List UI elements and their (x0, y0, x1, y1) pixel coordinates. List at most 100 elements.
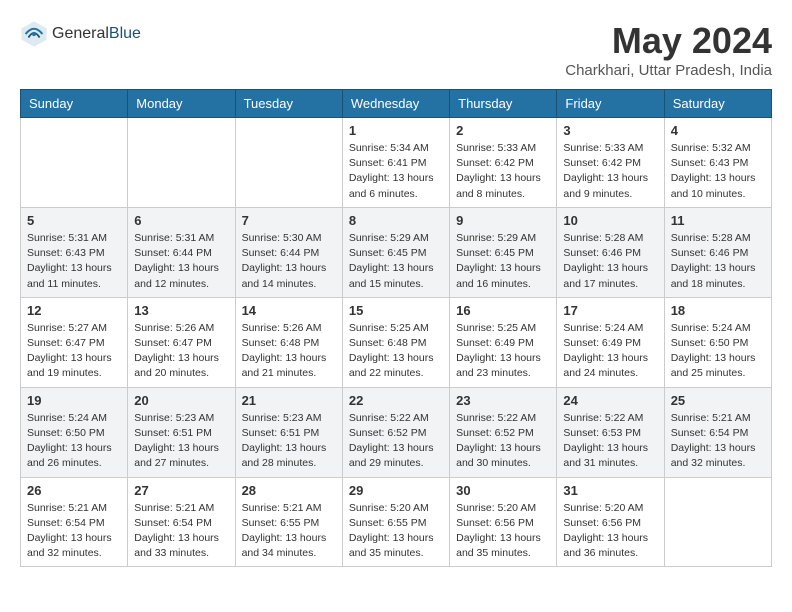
weekday-header-wednesday: Wednesday (342, 90, 449, 118)
day-number: 22 (349, 393, 443, 408)
calendar-cell: 18 Sunrise: 5:24 AM Sunset: 6:50 PM Dayli… (664, 297, 771, 387)
calendar-cell: 19 Sunrise: 5:24 AM Sunset: 6:50 PM Dayli… (21, 387, 128, 477)
title-block: May 2024 Charkhari, Uttar Pradesh, India (565, 20, 772, 79)
week-row-5: 26Sunrise: 5:21 AM Sunset: 6:54 PM Dayli… (21, 477, 772, 567)
calendar-cell: 2 Sunrise: 5:33 AM Sunset: 6:42 PM Daylig… (450, 118, 557, 208)
day-info: Sunrise: 5:22 AM Sunset: 6:52 PM Dayligh… (349, 411, 443, 472)
day-info: Sunrise: 5:21 AM Sunset: 6:54 PM Dayligh… (27, 501, 121, 562)
calendar-cell: 27 Sunrise: 5:21 AM Sunset: 6:54 PM Dayli… (128, 477, 235, 567)
day-info: Sunrise: 5:27 AM Sunset: 6:47 PM Dayligh… (27, 321, 121, 382)
day-number: 25 (671, 393, 765, 408)
calendar-cell: 1 Sunrise: 5:34 AM Sunset: 6:41 PM Daylig… (342, 118, 449, 208)
calendar-cell: 11 Sunrise: 5:28 AM Sunset: 6:46 PM Dayli… (664, 207, 771, 297)
calendar-cell: 6Sunrise: 5:31 AM Sunset: 6:44 PM Daylig… (128, 207, 235, 297)
calendar-cell: 26Sunrise: 5:21 AM Sunset: 6:54 PM Dayli… (21, 477, 128, 567)
calendar-cell: 8Sunrise: 5:29 AM Sunset: 6:45 PM Daylig… (342, 207, 449, 297)
logo-blue-text: Blue (109, 25, 141, 43)
day-number: 11 (671, 213, 765, 228)
day-info: Sunrise: 5:21 AM Sunset: 6:54 PM Dayligh… (671, 411, 765, 472)
day-number: 2 (456, 123, 550, 138)
calendar-cell: 31 Sunrise: 5:20 AM Sunset: 6:56 PM Dayli… (557, 477, 664, 567)
day-number: 12 (27, 303, 121, 318)
day-number: 15 (349, 303, 443, 318)
day-number: 10 (563, 213, 657, 228)
day-number: 21 (242, 393, 336, 408)
day-number: 24 (563, 393, 657, 408)
day-number: 19 (27, 393, 121, 408)
calendar-cell: 13Sunrise: 5:26 AM Sunset: 6:47 PM Dayli… (128, 297, 235, 387)
day-info: Sunrise: 5:20 AM Sunset: 6:55 PM Dayligh… (349, 501, 443, 562)
month-year: May 2024 (565, 20, 772, 62)
calendar-cell: 10 Sunrise: 5:28 AM Sunset: 6:46 PM Dayli… (557, 207, 664, 297)
calendar-cell: 21 Sunrise: 5:23 AM Sunset: 6:51 PM Dayli… (235, 387, 342, 477)
day-info: Sunrise: 5:28 AM Sunset: 6:46 PM Dayligh… (563, 231, 657, 292)
day-number: 18 (671, 303, 765, 318)
calendar-cell: 25 Sunrise: 5:21 AM Sunset: 6:54 PM Dayli… (664, 387, 771, 477)
day-info: Sunrise: 5:23 AM Sunset: 6:51 PM Dayligh… (242, 411, 336, 472)
location: Charkhari, Uttar Pradesh, India (565, 62, 772, 79)
weekday-header-saturday: Saturday (664, 90, 771, 118)
page-header: GeneralBlue May 2024 Charkhari, Uttar Pr… (20, 20, 772, 79)
calendar-cell: 12 Sunrise: 5:27 AM Sunset: 6:47 PM Dayli… (21, 297, 128, 387)
day-number: 9 (456, 213, 550, 228)
day-info: Sunrise: 5:24 AM Sunset: 6:50 PM Dayligh… (671, 321, 765, 382)
weekday-header-monday: Monday (128, 90, 235, 118)
day-number: 30 (456, 483, 550, 498)
day-number: 3 (563, 123, 657, 138)
calendar-cell: 28 Sunrise: 5:21 AM Sunset: 6:55 PM Dayli… (235, 477, 342, 567)
day-number: 4 (671, 123, 765, 138)
calendar-cell: 17 Sunrise: 5:24 AM Sunset: 6:49 PM Dayli… (557, 297, 664, 387)
calendar-cell: 23 Sunrise: 5:22 AM Sunset: 6:52 PM Dayli… (450, 387, 557, 477)
week-row-1: 1 Sunrise: 5:34 AM Sunset: 6:41 PM Daylig… (21, 118, 772, 208)
day-number: 13 (134, 303, 228, 318)
day-number: 20 (134, 393, 228, 408)
calendar-cell: 20 Sunrise: 5:23 AM Sunset: 6:51 PM Dayli… (128, 387, 235, 477)
day-info: Sunrise: 5:21 AM Sunset: 6:55 PM Dayligh… (242, 501, 336, 562)
day-info: Sunrise: 5:21 AM Sunset: 6:54 PM Dayligh… (134, 501, 228, 562)
day-number: 27 (134, 483, 228, 498)
day-info: Sunrise: 5:33 AM Sunset: 6:42 PM Dayligh… (563, 141, 657, 202)
calendar-cell (664, 477, 771, 567)
calendar-cell: 30 Sunrise: 5:20 AM Sunset: 6:56 PM Dayli… (450, 477, 557, 567)
day-info: Sunrise: 5:22 AM Sunset: 6:52 PM Dayligh… (456, 411, 550, 472)
day-info: Sunrise: 5:33 AM Sunset: 6:42 PM Dayligh… (456, 141, 550, 202)
day-info: Sunrise: 5:24 AM Sunset: 6:49 PM Dayligh… (563, 321, 657, 382)
day-info: Sunrise: 5:20 AM Sunset: 6:56 PM Dayligh… (563, 501, 657, 562)
day-info: Sunrise: 5:24 AM Sunset: 6:50 PM Dayligh… (27, 411, 121, 472)
calendar-cell (235, 118, 342, 208)
week-row-4: 19 Sunrise: 5:24 AM Sunset: 6:50 PM Dayli… (21, 387, 772, 477)
day-info: Sunrise: 5:22 AM Sunset: 6:53 PM Dayligh… (563, 411, 657, 472)
calendar-cell: 15 Sunrise: 5:25 AM Sunset: 6:48 PM Dayli… (342, 297, 449, 387)
calendar-cell: 16Sunrise: 5:25 AM Sunset: 6:49 PM Dayli… (450, 297, 557, 387)
calendar-cell: 3 Sunrise: 5:33 AM Sunset: 6:42 PM Daylig… (557, 118, 664, 208)
day-info: Sunrise: 5:25 AM Sunset: 6:48 PM Dayligh… (349, 321, 443, 382)
day-info: Sunrise: 5:29 AM Sunset: 6:45 PM Dayligh… (349, 231, 443, 292)
day-number: 17 (563, 303, 657, 318)
day-number: 31 (563, 483, 657, 498)
weekday-header-sunday: Sunday (21, 90, 128, 118)
day-info: Sunrise: 5:34 AM Sunset: 6:41 PM Dayligh… (349, 141, 443, 202)
day-info: Sunrise: 5:23 AM Sunset: 6:51 PM Dayligh… (134, 411, 228, 472)
calendar-cell: 24 Sunrise: 5:22 AM Sunset: 6:53 PM Dayli… (557, 387, 664, 477)
day-number: 1 (349, 123, 443, 138)
logo: GeneralBlue (20, 20, 141, 48)
day-info: Sunrise: 5:30 AM Sunset: 6:44 PM Dayligh… (242, 231, 336, 292)
week-row-2: 5 Sunrise: 5:31 AM Sunset: 6:43 PM Daylig… (21, 207, 772, 297)
day-number: 23 (456, 393, 550, 408)
weekday-header-friday: Friday (557, 90, 664, 118)
calendar-cell: 14Sunrise: 5:26 AM Sunset: 6:48 PM Dayli… (235, 297, 342, 387)
weekday-header-tuesday: Tuesday (235, 90, 342, 118)
day-info: Sunrise: 5:28 AM Sunset: 6:46 PM Dayligh… (671, 231, 765, 292)
day-number: 5 (27, 213, 121, 228)
day-info: Sunrise: 5:20 AM Sunset: 6:56 PM Dayligh… (456, 501, 550, 562)
calendar-cell: 22 Sunrise: 5:22 AM Sunset: 6:52 PM Dayli… (342, 387, 449, 477)
day-info: Sunrise: 5:31 AM Sunset: 6:43 PM Dayligh… (27, 231, 121, 292)
calendar-cell: 29Sunrise: 5:20 AM Sunset: 6:55 PM Dayli… (342, 477, 449, 567)
day-number: 7 (242, 213, 336, 228)
day-number: 6 (134, 213, 228, 228)
calendar-cell (21, 118, 128, 208)
day-number: 14 (242, 303, 336, 318)
calendar-cell: 4Sunrise: 5:32 AM Sunset: 6:43 PM Daylig… (664, 118, 771, 208)
calendar-table: SundayMondayTuesdayWednesdayThursdayFrid… (20, 89, 772, 567)
day-number: 28 (242, 483, 336, 498)
